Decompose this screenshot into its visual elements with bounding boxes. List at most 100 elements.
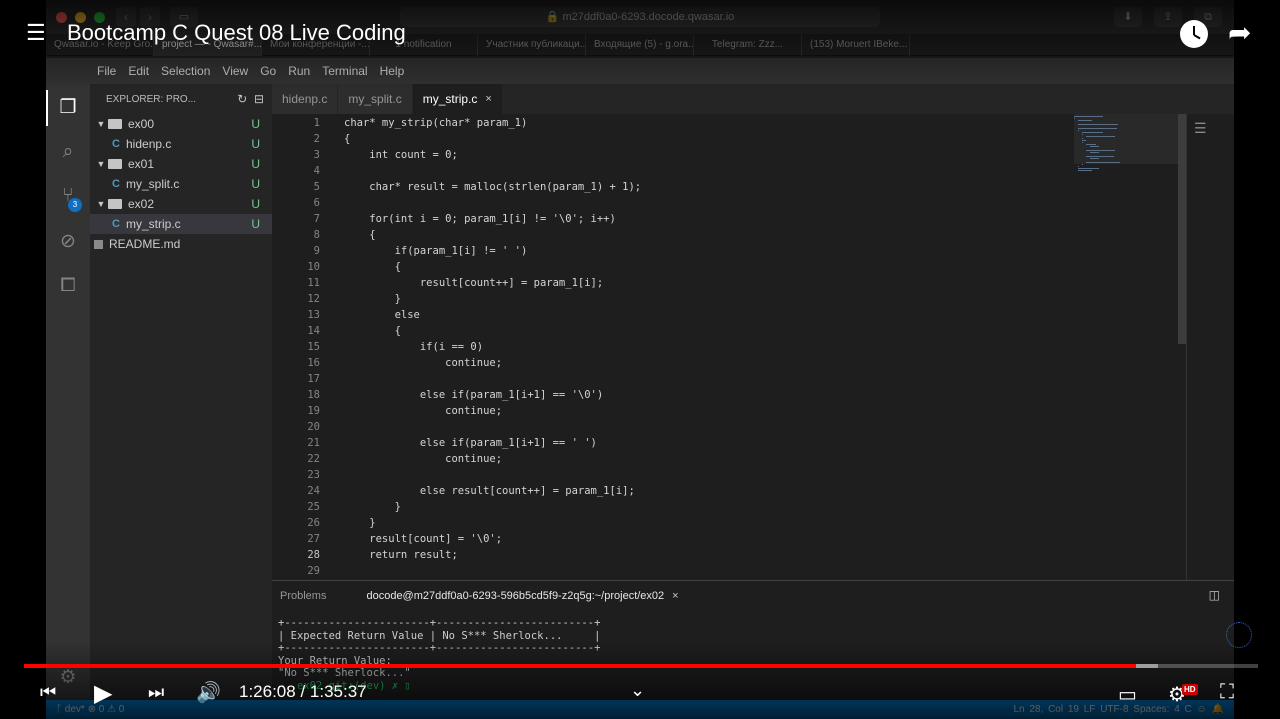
editor-tab[interactable]: my_strip.c × xyxy=(412,84,503,114)
tree-item[interactable]: ▼ ex02 U xyxy=(90,194,272,214)
menu-bar: File Edit Selection View Go Run Terminal Help xyxy=(46,58,1234,84)
line-number: 17 xyxy=(307,373,320,385)
tree-item-label: hidenp.c xyxy=(126,137,172,151)
downloads-button[interactable]: ⬇ xyxy=(1114,7,1142,27)
watch-later-icon[interactable] xyxy=(1180,20,1208,48)
tree-item[interactable]: Cmy_split.c U xyxy=(90,174,272,194)
collapse-all-icon[interactable]: ⊟ xyxy=(254,92,264,106)
tree-item-label: my_strip.c xyxy=(126,217,181,231)
address-bar[interactable]: 🔒 m27ddf0a0-6293.docode.qwasar.io xyxy=(400,7,880,27)
refresh-icon[interactable]: ↻ xyxy=(237,92,247,106)
minimap-line xyxy=(1078,166,1079,167)
code-line: 23 xyxy=(272,467,1132,483)
browser-tab[interactable]: Участник публикаци... xyxy=(478,34,586,56)
split-editor-icon[interactable]: ☰ xyxy=(1194,120,1207,137)
code-editor[interactable]: 1 char* my_strip(char* param_1) 2{3 int co… xyxy=(272,114,1234,580)
chevron-down-icon[interactable]: ⌄ xyxy=(630,680,645,701)
search-icon[interactable]: ⌕ xyxy=(56,140,80,164)
close-window-icon[interactable] xyxy=(56,12,67,23)
chevron-down-icon[interactable]: ▼ xyxy=(94,199,108,209)
code-line: 10 { xyxy=(272,259,1132,275)
play-icon[interactable]: ▶ xyxy=(94,679,112,708)
menu-item-go[interactable]: Go xyxy=(260,58,276,84)
active-view-indicator xyxy=(46,90,48,126)
c-file-icon: C xyxy=(112,218,120,230)
code-text: else xyxy=(344,309,420,321)
tree-item[interactable]: README.md xyxy=(90,234,272,254)
chevron-down-icon[interactable]: ▼ xyxy=(94,119,108,129)
maximize-panel-icon[interactable]: ◫ xyxy=(1209,588,1220,602)
subtitles-icon[interactable]: ▭ xyxy=(1118,682,1137,707)
minimap-line xyxy=(1078,120,1092,121)
tree-item[interactable]: ▼ ex00 U xyxy=(90,114,272,134)
editor-tab-label: my_strip.c xyxy=(422,92,478,106)
panel-tab[interactable]: docode@m27ddf0a0-6293-596b5cd5f9-z2q5g:~… xyxy=(366,590,678,602)
code-text: continue; xyxy=(344,405,503,417)
menu-item-run[interactable]: Run xyxy=(288,58,310,84)
minimap-line xyxy=(1086,156,1114,157)
explorer-icon[interactable]: ❐ xyxy=(56,96,80,120)
menu-item-terminal[interactable]: Terminal xyxy=(322,58,367,84)
minimap-line xyxy=(1086,144,1096,145)
code-text: char* my_strip(char* param_1) xyxy=(344,117,528,129)
line-number: 27 xyxy=(307,533,320,545)
code-line: 12 } xyxy=(272,291,1132,307)
minimap-line xyxy=(1082,138,1083,139)
menu-item-file[interactable]: File xyxy=(97,58,116,84)
line-number: 13 xyxy=(307,309,320,321)
tree-item[interactable]: ▼ ex01 U xyxy=(90,154,272,174)
debug-icon[interactable]: ⊘ xyxy=(56,230,80,254)
share-button[interactable]: ⇪ xyxy=(1154,7,1182,27)
video-progress-bar[interactable] xyxy=(24,664,1258,668)
next-icon[interactable]: ⏭ xyxy=(148,682,164,703)
playlist-menu-icon[interactable]: ☰ xyxy=(26,22,46,44)
menu-item-selection[interactable]: Selection xyxy=(161,58,210,84)
git-status-badge: U xyxy=(251,117,260,131)
previous-icon[interactable]: ⏮ xyxy=(40,682,56,703)
video-title[interactable]: Bootcamp C Quest 08 Live Coding xyxy=(67,20,406,46)
menu-item-edit[interactable]: Edit xyxy=(128,58,149,84)
line-number: 22 xyxy=(307,453,320,465)
browser-tab[interactable]: Входящие (5) - g.ora... xyxy=(586,34,694,56)
loading-spinner-icon xyxy=(1226,622,1252,648)
minimap-line xyxy=(1086,136,1115,137)
code-line: 26 } xyxy=(272,515,1132,531)
minimap[interactable] xyxy=(1074,114,1182,174)
close-icon[interactable]: × xyxy=(672,590,678,602)
code-line: 15 if(i == 0) xyxy=(272,339,1132,355)
panel-tab-label: docode@m27ddf0a0-6293-596b5cd5f9-z2q5g:~… xyxy=(366,590,665,602)
chevron-down-icon[interactable]: ▼ xyxy=(94,159,108,169)
panel-tab-bar: Problems docode@m27ddf0a0-6293-596b5cd5f9… xyxy=(272,581,1234,611)
status-left[interactable]: ᚴ dev* ⊗ 0 ⚠ 0 xyxy=(56,700,124,719)
fullscreen-icon[interactable]: ⛶ xyxy=(1220,681,1234,704)
code-line: 16 continue; xyxy=(272,355,1132,371)
markdown-file-icon xyxy=(94,239,103,249)
line-number: 25 xyxy=(307,501,320,513)
minimap-line xyxy=(1078,128,1117,129)
menu-item-view[interactable]: View xyxy=(222,58,248,84)
volume-icon[interactable]: 🔊 xyxy=(196,680,221,705)
line-number: 8 xyxy=(313,229,320,241)
extensions-icon[interactable]: ⧠ xyxy=(56,274,80,298)
menu-item-help[interactable]: Help xyxy=(380,58,405,84)
code-line: 20 xyxy=(272,419,1132,435)
browser-tab[interactable]: Telegram: Zzz... xyxy=(694,34,802,56)
editor-tab[interactable]: my_split.c xyxy=(338,84,413,114)
close-icon[interactable]: × xyxy=(485,84,491,114)
tree-item[interactable]: Chidenp.c U xyxy=(90,134,272,154)
code-text: else result[count++] = param_1[i]; xyxy=(344,485,635,497)
time-display: 1:26:08 / 1:35:37 xyxy=(239,682,367,701)
code-line: 24 else result[count++] = param_1[i]; xyxy=(272,483,1132,499)
settings-gear-icon[interactable]: ⚙ xyxy=(56,666,80,690)
minimap-line xyxy=(1082,142,1083,143)
share-icon[interactable]: ➦ xyxy=(1228,18,1251,48)
editor-scrollbar[interactable] xyxy=(1178,114,1186,344)
code-line: 27 result[count] = '\0'; xyxy=(272,531,1132,547)
minimap-line xyxy=(1078,170,1092,171)
browser-tab[interactable]: (153) Moruert IBeke... xyxy=(802,34,910,56)
tree-item[interactable]: Cmy_strip.c U xyxy=(90,214,272,234)
code-text: result[count] = '\0'; xyxy=(344,533,503,545)
panel-tab[interactable]: Problems xyxy=(280,590,326,602)
editor-tab[interactable]: hidenp.c xyxy=(272,84,339,114)
hd-badge: HD xyxy=(1182,684,1198,695)
